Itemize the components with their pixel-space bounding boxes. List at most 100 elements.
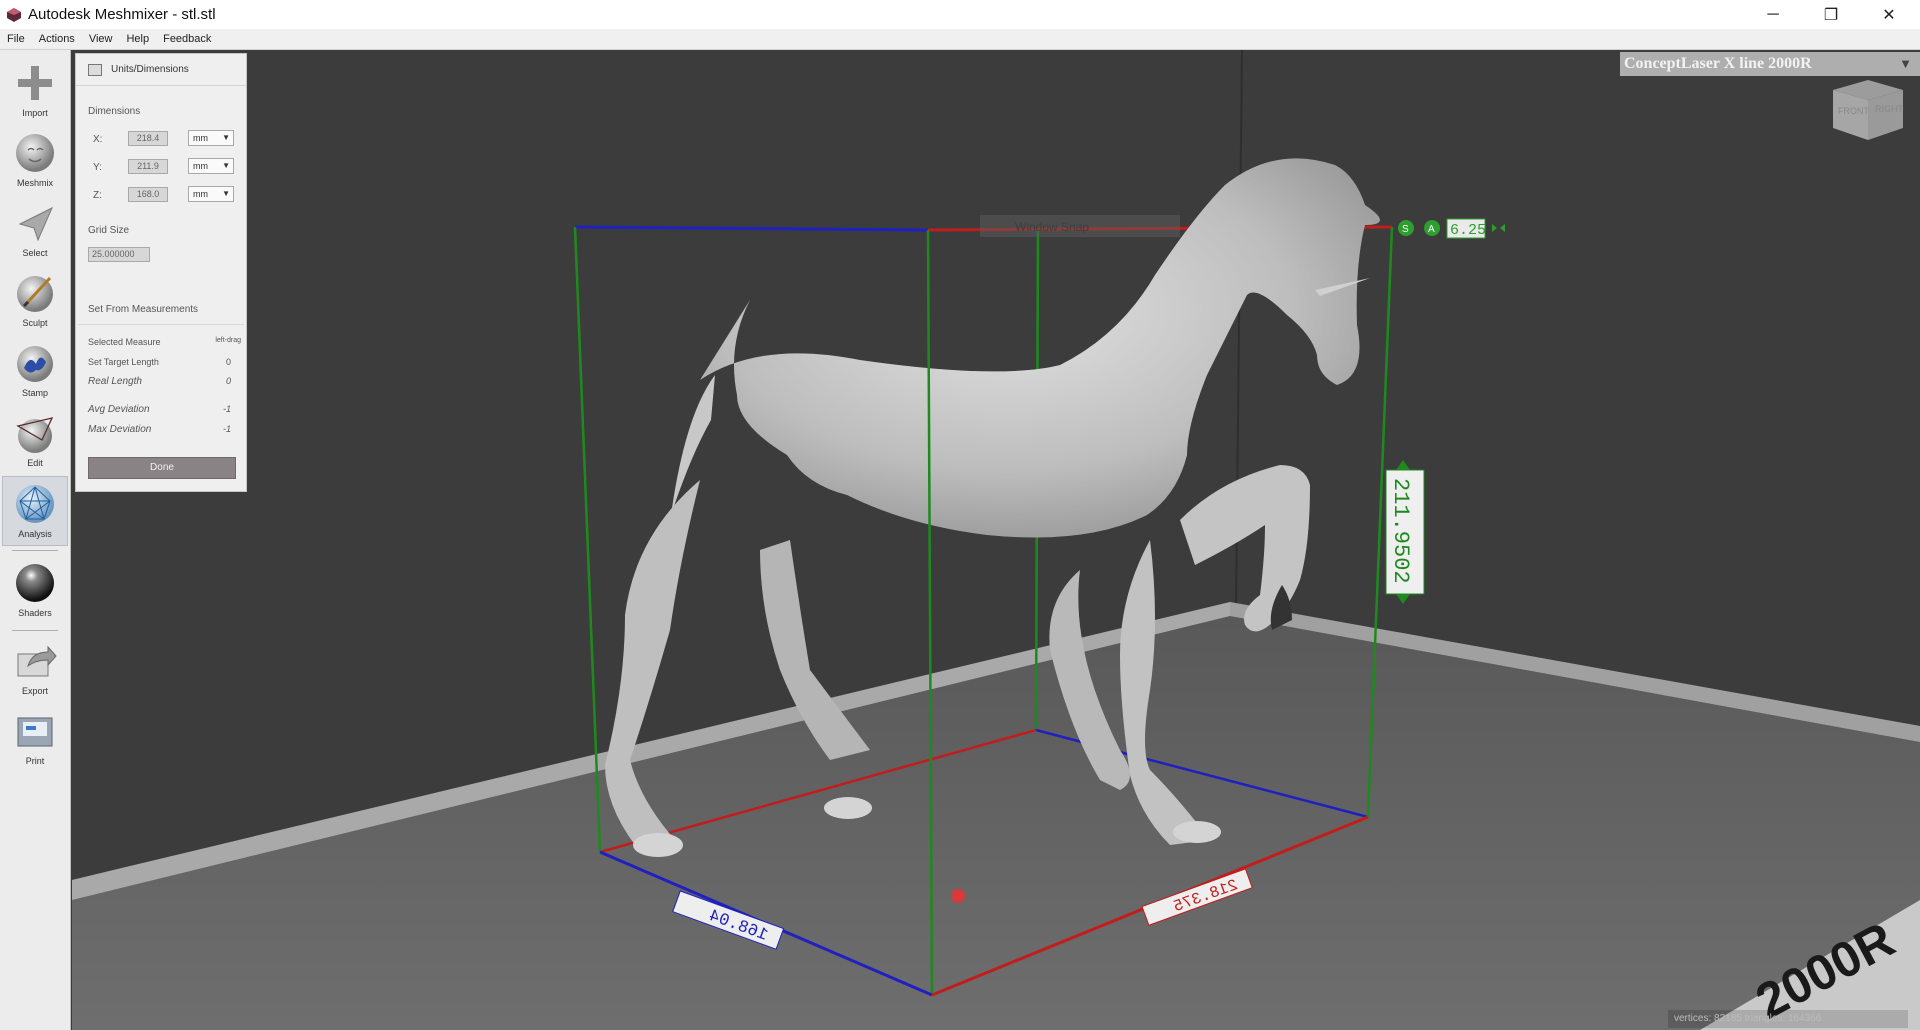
tool-analysis[interactable]: Analysis: [2, 476, 68, 546]
menu-view[interactable]: View: [82, 29, 120, 50]
mesh-stats-status: vertices: 82185 triangles: 164366: [1668, 1010, 1908, 1028]
viewport-3d[interactable]: 2000R Window Snap S A 6.25 211.9502 168.…: [72, 50, 1920, 1030]
chevron-down-icon: ▼: [222, 133, 230, 142]
tool-print-label: Print: [25, 756, 45, 766]
tool-edit[interactable]: Edit: [2, 406, 68, 476]
tool-export[interactable]: Export: [2, 634, 68, 704]
hint-text: Window Snap: [1015, 220, 1089, 234]
selected-measure-value: left-drag: [215, 337, 241, 344]
shaders-icon: [16, 564, 54, 602]
z-unit-value: mm: [193, 189, 208, 199]
tool-meshmix[interactable]: Meshmix: [2, 126, 68, 196]
tool-sidebar: Import Meshmix Select Sculpt Stamp Edit: [0, 50, 71, 1030]
menu-help[interactable]: Help: [119, 29, 156, 50]
close-button[interactable]: ✕: [1860, 0, 1918, 29]
window-title: Autodesk Meshmixer - stl.stl: [28, 6, 216, 23]
stamp-icon: [17, 346, 53, 382]
max-deviation-label: Max Deviation: [88, 424, 152, 435]
edit-icon: [16, 417, 54, 453]
avg-deviation-value: -1: [222, 404, 231, 414]
tool-sculpt-label: Sculpt: [22, 318, 48, 328]
z-dimension-input[interactable]: 168.0: [128, 187, 168, 202]
x-unit-value: mm: [193, 133, 208, 143]
view-cube[interactable]: FRONT RIGHT: [1833, 80, 1904, 140]
meshmixer-logo-icon: [7, 7, 21, 22]
dim-y-value: 211.9502: [1388, 478, 1413, 584]
minimize-icon: ─: [1767, 5, 1779, 23]
chevron-down-icon: ▼: [1899, 56, 1912, 71]
tool-import-label: Import: [22, 108, 48, 118]
sculpt-icon: [17, 276, 53, 312]
x-unit-select[interactable]: mm ▼: [188, 130, 234, 146]
tool-meshmix-label: Meshmix: [16, 178, 53, 188]
import-icon: [18, 66, 52, 100]
tool-shaders-label: Shaders: [18, 608, 52, 618]
toolbar-divider: [12, 630, 58, 631]
real-length-label: Real Length: [88, 376, 142, 387]
avg-deviation-row: Avg Deviation -1: [88, 404, 243, 415]
real-length-value: 0: [225, 376, 231, 386]
panel-divider: [78, 324, 244, 325]
set-target-length-row[interactable]: Set Target Length 0: [88, 357, 243, 367]
panel-collapse-icon[interactable]: [88, 63, 102, 76]
printer-name: ConceptLaser X line 2000R: [1624, 55, 1812, 72]
tool-export-label: Export: [21, 686, 48, 696]
menu-actions[interactable]: Actions: [32, 29, 82, 50]
y-unit-value: mm: [193, 161, 208, 171]
grid-size-heading: Grid Size: [88, 225, 130, 236]
set-target-length-value: 0: [225, 357, 231, 367]
menu-feedback[interactable]: Feedback: [156, 29, 218, 50]
minimize-button[interactable]: ─: [1744, 0, 1802, 29]
y-unit-select[interactable]: mm ▼: [188, 158, 234, 174]
chevron-down-icon: ▼: [222, 189, 230, 198]
tool-stamp-label: Stamp: [21, 388, 48, 398]
pivot-point[interactable]: [951, 889, 965, 903]
set-target-length-label: Set Target Length: [88, 357, 159, 367]
grid-size-input[interactable]: 25.000000: [88, 247, 150, 262]
restore-button[interactable]: ❐: [1802, 0, 1860, 29]
set-from-measurements-heading: Set From Measurements: [88, 304, 199, 315]
tool-sculpt[interactable]: Sculpt: [2, 266, 68, 336]
tool-select[interactable]: Select: [2, 196, 68, 266]
selected-measure-label: Selected Measure: [88, 337, 161, 347]
avg-deviation-label: Avg Deviation: [88, 404, 150, 415]
z-label: Z:: [93, 190, 102, 201]
real-length-row: Real Length 0: [88, 376, 243, 387]
x-dimension-input[interactable]: 218.4: [128, 131, 168, 146]
tool-shaders[interactable]: Shaders: [2, 556, 68, 626]
done-button[interactable]: Done: [88, 457, 236, 479]
export-icon: [17, 645, 57, 677]
tool-print[interactable]: Print: [2, 704, 68, 774]
panel-header: Units/Dimensions: [76, 54, 246, 86]
max-deviation-value: -1: [222, 424, 231, 434]
tool-import[interactable]: Import: [2, 56, 68, 126]
viewcube-front-text: FRONT: [1838, 106, 1869, 116]
tool-analysis-label: Analysis: [18, 529, 52, 539]
menu-file[interactable]: File: [0, 29, 32, 50]
z-unit-select[interactable]: mm ▼: [188, 186, 234, 202]
max-deviation-row: Max Deviation -1: [88, 424, 243, 435]
units-dimensions-panel: Units/Dimensions Dimensions X: 218.4 mm ▼…: [75, 53, 247, 492]
analysis-icon: [16, 485, 54, 523]
title-bar: Autodesk Meshmixer - stl.stl ─ ❐ ✕: [0, 0, 1920, 29]
panel-title: Units/Dimensions: [111, 64, 189, 75]
chevron-down-icon: ▼: [222, 161, 230, 170]
dimensions-heading: Dimensions: [88, 106, 141, 117]
tool-edit-label: Edit: [27, 458, 43, 468]
meshmix-icon: [16, 134, 54, 172]
scene-canvas[interactable]: 2000R Window Snap S A 6.25 211.9502 168.…: [72, 50, 1920, 1030]
select-icon: [18, 206, 54, 242]
selected-measure-row[interactable]: Selected Measure left-drag: [88, 337, 243, 347]
snap-toggle-label: S: [1402, 224, 1409, 235]
printer-select-dropdown[interactable]: ConceptLaser X line 2000R ▼: [1620, 52, 1920, 76]
tolerance-value: 6.25: [1450, 222, 1486, 239]
tool-select-label: Select: [22, 248, 48, 258]
x-label: X:: [93, 134, 103, 145]
menu-bar: File Actions View Help Feedback: [0, 29, 1920, 50]
align-toggle-label: A: [1428, 224, 1435, 235]
y-label: Y:: [93, 162, 102, 173]
viewcube-right-text: RIGHT: [1875, 104, 1904, 114]
toolbar-divider: [12, 550, 58, 551]
y-dimension-input[interactable]: 211.9: [128, 159, 168, 174]
tool-stamp[interactable]: Stamp: [2, 336, 68, 406]
